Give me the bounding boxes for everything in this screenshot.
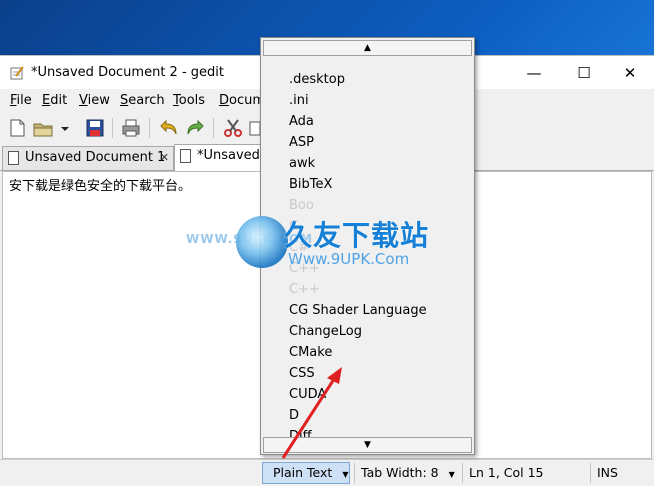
menu-file[interactable]: File (10, 93, 32, 108)
language-menu-item[interactable]: awk (289, 156, 315, 171)
toolbar-separator (213, 118, 214, 138)
menu-tools[interactable]: Tools (173, 93, 205, 108)
open-icon[interactable] (32, 117, 54, 139)
tab-width-selector[interactable]: Tab Width: 8 ▼ (354, 463, 458, 483)
language-menu-item[interactable]: BibTeX (289, 177, 332, 192)
language-menu-item[interactable]: ChangeLog (289, 324, 362, 339)
tab-close-button[interactable]: ✕ (160, 147, 169, 169)
editor-content: 安下载是绿色安全的下载平台。 (9, 179, 192, 194)
save-icon[interactable] (84, 117, 106, 139)
status-bar: Plain Text ▼ Tab Width: 8 ▼ Ln 1, Col 15… (0, 459, 654, 486)
tab-unsaved-document-2[interactable]: *Unsaved D (174, 144, 264, 171)
menu-scroll-up-button[interactable]: ▲ (263, 40, 472, 56)
menu-view[interactable]: View (79, 93, 110, 108)
minimize-button[interactable]: — (514, 59, 554, 87)
language-label: Plain Text (273, 465, 333, 480)
redo-icon[interactable] (184, 117, 206, 139)
copy-icon[interactable] (248, 117, 260, 139)
window-title: *Unsaved Document 2 - gedit (31, 65, 224, 80)
document-icon (8, 151, 19, 165)
language-menu-item[interactable]: Boo (289, 198, 314, 213)
menu-edit[interactable]: Edit (42, 93, 67, 108)
language-menu-item[interactable]: .desktop (289, 72, 345, 87)
open-dropdown-icon[interactable] (58, 117, 72, 139)
chevron-down-icon: ▼ (448, 470, 455, 479)
maximize-button[interactable]: ☐ (564, 59, 604, 87)
menu-documents[interactable]: Docum (219, 93, 265, 108)
tab-width-label: Tab Width: 8 (361, 465, 439, 480)
language-menu: ▲ .desktop .ini Ada ASP awk BibTeX Boo C C# C++ C+… (260, 37, 475, 455)
language-menu-item[interactable]: C (289, 219, 298, 234)
language-menu-item[interactable]: CG Shader Language (289, 303, 427, 318)
menu-scroll-down-button[interactable]: ▼ (263, 437, 472, 453)
language-menu-item[interactable]: C# (289, 240, 309, 255)
document-icon (180, 149, 191, 163)
insert-mode: INS (590, 463, 650, 483)
language-menu-item[interactable]: CSS (289, 366, 315, 381)
language-menu-item[interactable]: Ada (289, 114, 314, 129)
tab-unsaved-document-1[interactable]: Unsaved Document 1 ✕ (2, 146, 174, 170)
cursor-position: Ln 1, Col 15 (462, 463, 584, 483)
tab-label: Unsaved Document 1 (25, 150, 166, 165)
chevron-down-icon: ▼ (342, 470, 349, 479)
language-menu-item[interactable]: D (289, 408, 299, 423)
language-menu-item[interactable]: ASP (289, 135, 314, 150)
tab-label: *Unsaved D (197, 148, 263, 163)
undo-icon[interactable] (158, 117, 180, 139)
toolbar-separator (112, 118, 113, 138)
cursor-position-text: Ln 1, Col 15 (469, 465, 544, 480)
language-menu-item[interactable]: CMake (289, 345, 332, 360)
menu-search[interactable]: Search (120, 93, 165, 108)
language-selector[interactable]: Plain Text ▼ (262, 462, 350, 484)
print-icon[interactable] (120, 117, 142, 139)
gedit-app-icon (10, 66, 24, 80)
cut-icon[interactable] (222, 117, 244, 139)
insert-mode-text: INS (597, 465, 618, 480)
new-icon[interactable] (6, 117, 28, 139)
close-button[interactable]: ✕ (610, 59, 650, 87)
language-menu-item[interactable]: CUDA (289, 387, 326, 402)
toolbar-separator (149, 118, 150, 138)
language-menu-item[interactable]: C++ (289, 282, 320, 297)
language-menu-item[interactable]: C++ (289, 261, 320, 276)
language-menu-item[interactable]: .ini (289, 93, 309, 108)
